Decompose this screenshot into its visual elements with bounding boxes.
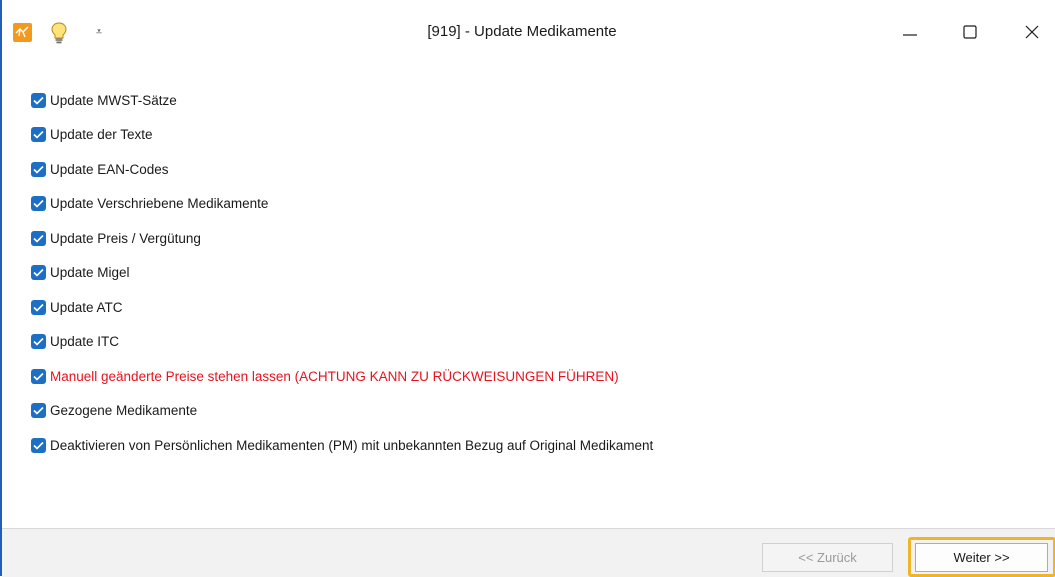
checkmark-icon [33,130,44,139]
checkmark-icon [33,96,44,105]
option-update-ean[interactable]: Update EAN-Codes [31,159,169,179]
option-update-texte[interactable]: Update der Texte [31,124,153,144]
checkbox[interactable] [31,333,46,349]
minimize-button[interactable] [887,12,933,52]
option-label: Update Migel [50,264,130,280]
option-label: Gezogene Medikamente [50,402,198,418]
option-update-atc[interactable]: Update ATC [31,297,123,317]
app-logo-icon[interactable] [13,23,32,42]
minimize-icon [903,34,917,36]
option-label: Update EAN-Codes [50,161,169,177]
option-update-verschriebene[interactable]: Update Verschriebene Medikamente [31,193,268,213]
close-button[interactable] [1009,12,1055,52]
dialog-footer: << Zurück Weiter >> [2,528,1055,577]
checkmark-icon [33,165,44,174]
option-label: Update ATC [50,299,123,315]
option-update-itc[interactable]: Update ITC [31,331,119,351]
checkbox[interactable] [31,368,46,384]
checkmark-icon [33,268,44,277]
back-button[interactable]: << Zurück [762,543,893,572]
option-label: Update der Texte [50,126,153,142]
checkbox[interactable] [31,126,46,142]
option-keep-manual-prices[interactable]: Manuell geänderte Preise stehen lassen (… [31,366,619,386]
option-label-warning: Manuell geänderte Preise stehen lassen (… [50,368,619,384]
next-button[interactable]: Weiter >> [915,543,1048,572]
checkbox[interactable] [31,92,46,108]
checkbox[interactable] [31,230,46,246]
checkmark-icon [33,441,44,450]
option-update-preis[interactable]: Update Preis / Vergütung [31,228,201,248]
checkbox[interactable] [31,437,46,453]
checkmark-icon [33,406,44,415]
checkmark-icon [33,337,44,346]
checkbox[interactable] [31,264,46,280]
option-gezogene-medikamente[interactable]: Gezogene Medikamente [31,400,197,420]
close-icon [1025,25,1039,39]
option-label: Update MWST-Sätze [50,92,177,108]
option-update-mwst[interactable]: Update MWST-Sätze [31,90,177,110]
dialog-window: ⩡ [919] - Update Medikamente Update MWST… [0,0,1055,577]
option-update-migel[interactable]: Update Migel [31,262,130,282]
quick-access-dropdown-icon[interactable]: ⩡ [92,22,106,42]
option-label: Update Preis / Vergütung [50,230,201,246]
checkbox[interactable] [31,402,46,418]
window-title: [919] - Update Medikamente [427,23,617,40]
checkbox[interactable] [31,161,46,177]
title-bar[interactable]: ⩡ [919] - Update Medikamente [2,0,1055,64]
lightbulb-icon[interactable] [50,21,68,45]
checkmark-icon [33,199,44,208]
option-label: Update Verschriebene Medikamente [50,195,269,211]
option-label: Update ITC [50,333,120,349]
checkbox[interactable] [31,195,46,211]
option-deactivate-pm[interactable]: Deaktivieren von Persönlichen Medikament… [31,435,653,455]
checkmark-icon [33,303,44,312]
checkbox[interactable] [31,299,46,315]
maximize-button[interactable] [947,12,993,52]
options-panel: Update MWST-Sätze Update der Texte Updat… [2,64,1055,528]
option-label: Deaktivieren von Persönlichen Medikament… [50,437,654,453]
maximize-icon [963,25,977,39]
checkmark-icon [33,372,44,381]
checkmark-icon [33,234,44,243]
